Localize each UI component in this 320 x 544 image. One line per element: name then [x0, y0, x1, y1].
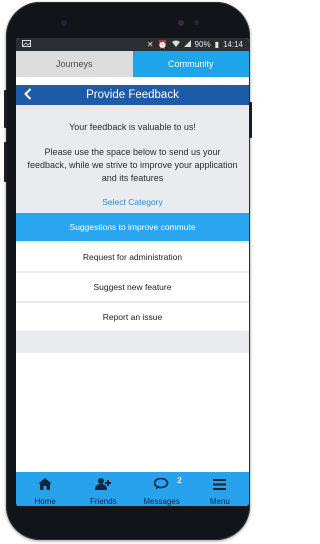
- chevron-left-icon[interactable]: [24, 86, 32, 104]
- tab-journeys[interactable]: Journeys: [16, 51, 133, 77]
- category-option-new-feature[interactable]: Suggest new feature: [16, 273, 249, 301]
- top-tabs: Journeys Community: [16, 51, 249, 77]
- intro-line-2: Please use the space below to send us yo…: [27, 147, 238, 183]
- nav-friends-label: Friends: [90, 497, 117, 506]
- volume-button: [4, 90, 7, 128]
- nav-friends[interactable]: Friends: [74, 472, 132, 506]
- page-header: Provide Feedback: [16, 85, 249, 105]
- category-option-report-issue[interactable]: Report an issue: [16, 303, 249, 331]
- nav-home-label: Home: [34, 497, 56, 506]
- battery-icon: ▮: [214, 40, 219, 49]
- front-camera: [61, 20, 67, 26]
- nav-home[interactable]: Home: [16, 472, 74, 506]
- category-option-commute[interactable]: Suggestions to improve commute: [16, 213, 249, 241]
- wifi-icon: [171, 40, 180, 49]
- sensor-dot: [178, 20, 184, 26]
- battery-level: 90%: [194, 40, 211, 49]
- menu-icon: [213, 477, 227, 495]
- signal-icon: [183, 40, 191, 49]
- nav-menu[interactable]: Menu: [191, 472, 249, 506]
- nav-messages-label: Messages: [143, 497, 180, 506]
- mute-icon: ✕: [146, 40, 154, 49]
- status-right: ✕ ⏰ 90% ▮ 14:14: [147, 40, 243, 49]
- page-title: Provide Feedback: [86, 89, 179, 101]
- nav-messages[interactable]: 2 Messages: [133, 472, 191, 506]
- alarm-icon: ⏰: [157, 40, 168, 49]
- chat-icon: [153, 477, 169, 495]
- home-icon: [38, 477, 53, 495]
- bixby-button: [4, 142, 7, 182]
- tab-community[interactable]: Community: [132, 51, 249, 77]
- message-panel: [16, 353, 249, 473]
- iris-sensor: [194, 20, 199, 25]
- bottom-nav: Home Friends 2 Messages Menu: [16, 472, 249, 506]
- clock: 14:14: [222, 40, 243, 49]
- status-bar: ✕ ⏰ 90% ▮ 14:14: [16, 38, 249, 51]
- select-category-label: Select Category: [102, 197, 163, 207]
- intro-line-1: Your feedback is valuable to us!: [69, 122, 196, 132]
- nav-menu-label: Menu: [209, 497, 230, 506]
- add-friend-icon: [95, 477, 112, 495]
- messages-badge: 2: [177, 476, 182, 485]
- intro-text: Your feedback is valuable to us! Please …: [16, 121, 249, 185]
- feedback-content: Provide Feedback Your feedback is valuab…: [16, 85, 249, 491]
- image-icon: [22, 40, 31, 49]
- category-list: Suggestions to improve commute Request f…: [16, 213, 249, 331]
- app-screen: ✕ ⏰ 90% ▮ 14:14 Journeys Community Provi…: [16, 38, 249, 506]
- power-button: [249, 102, 252, 138]
- category-option-administration[interactable]: Request for administration: [16, 243, 249, 271]
